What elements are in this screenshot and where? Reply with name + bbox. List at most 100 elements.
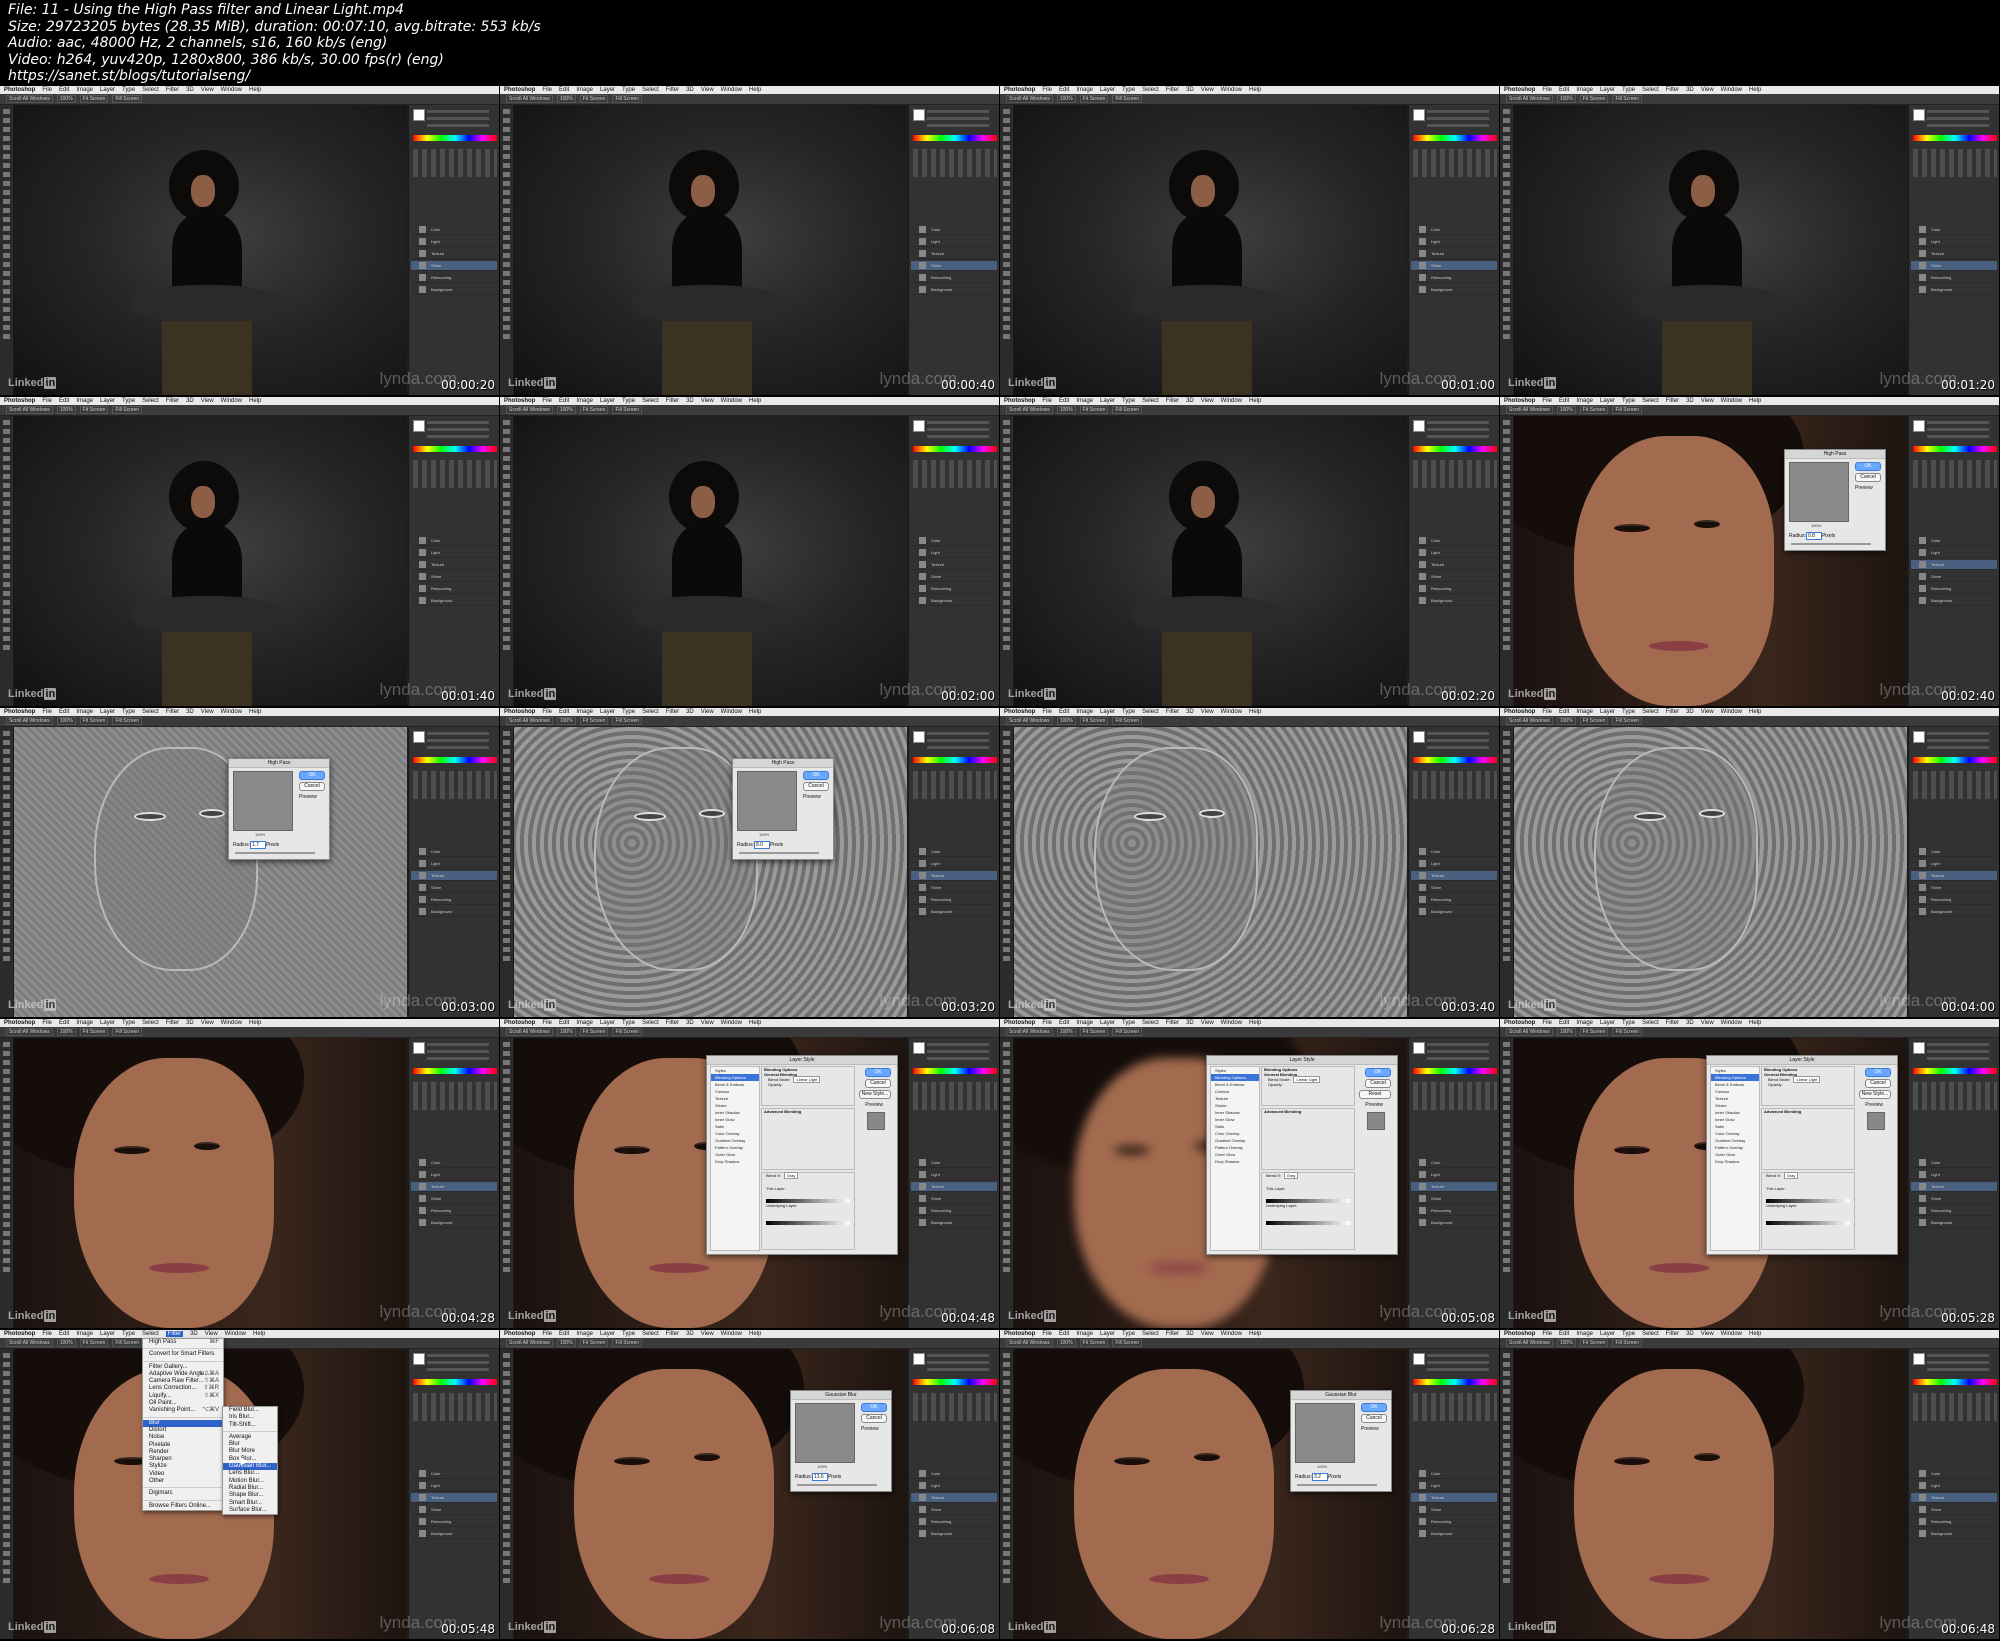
tool-icon[interactable] bbox=[503, 217, 510, 222]
option-button[interactable]: Fit Screen bbox=[79, 1339, 109, 1347]
tool-icon[interactable] bbox=[3, 749, 10, 754]
layer-row[interactable]: Light bbox=[411, 1170, 497, 1180]
tool-icon[interactable] bbox=[503, 956, 510, 961]
menu-view[interactable]: View bbox=[201, 709, 214, 715]
tool-icon[interactable] bbox=[503, 172, 510, 177]
tool-icon[interactable] bbox=[1003, 1114, 1010, 1119]
tool-icon[interactable] bbox=[1503, 1087, 1510, 1092]
tool-icon[interactable] bbox=[503, 591, 510, 596]
foreground-color-swatch[interactable] bbox=[1913, 1042, 1925, 1054]
tool-icon[interactable] bbox=[1003, 1141, 1010, 1146]
menu-image[interactable]: Image bbox=[76, 87, 93, 93]
option-button[interactable]: Fit Screen bbox=[79, 1028, 109, 1036]
tool-icon[interactable] bbox=[1503, 235, 1510, 240]
menu-edit[interactable]: Edit bbox=[1559, 87, 1569, 93]
layer-row[interactable]: Background bbox=[1411, 596, 1497, 606]
option-button[interactable]: Scroll All Windows bbox=[506, 717, 553, 725]
layer-row[interactable]: Texture bbox=[1911, 1493, 1997, 1503]
tool-icon[interactable] bbox=[3, 758, 10, 763]
layer-row[interactable]: Color bbox=[911, 536, 997, 546]
app-menu[interactable]: Photoshop bbox=[1004, 1020, 1035, 1026]
menu-help[interactable]: Help bbox=[749, 398, 761, 404]
menu-edit[interactable]: Edit bbox=[1059, 709, 1069, 715]
tool-icon[interactable] bbox=[1003, 645, 1010, 650]
new-style-button[interactable]: New Style... bbox=[1859, 1090, 1891, 1099]
tool-icon[interactable] bbox=[1503, 803, 1510, 808]
menu-select[interactable]: Select bbox=[142, 1331, 159, 1337]
tool-icon[interactable] bbox=[503, 447, 510, 452]
tool-icon[interactable] bbox=[3, 794, 10, 799]
tool-icon[interactable] bbox=[1003, 1407, 1010, 1412]
tool-icon[interactable] bbox=[503, 938, 510, 943]
color-spectrum[interactable] bbox=[1913, 1068, 1997, 1074]
menu-view[interactable]: View bbox=[701, 1331, 714, 1337]
layer-row[interactable]: Texture bbox=[411, 1493, 497, 1503]
menu-layer[interactable]: Layer bbox=[1600, 87, 1615, 93]
tool-icon[interactable] bbox=[1503, 564, 1510, 569]
layer-row[interactable]: Retouching bbox=[1911, 895, 1997, 905]
foreground-color-swatch[interactable] bbox=[413, 109, 425, 121]
option-button[interactable]: Fit Screen bbox=[79, 406, 109, 414]
tool-icon[interactable] bbox=[1503, 776, 1510, 781]
tool-icon[interactable] bbox=[1003, 573, 1010, 578]
tool-icon[interactable] bbox=[3, 334, 10, 339]
color-slider[interactable] bbox=[1927, 117, 1989, 120]
tool-icon[interactable] bbox=[1003, 636, 1010, 641]
tool-icon[interactable] bbox=[1003, 1222, 1010, 1227]
filter-menu-item[interactable]: Blur bbox=[143, 1419, 223, 1427]
style-list-item[interactable]: Outer Glow bbox=[711, 1151, 759, 1158]
layer-row[interactable]: Color bbox=[1911, 847, 1997, 857]
tool-icon[interactable] bbox=[503, 1398, 510, 1403]
option-button[interactable]: 100% bbox=[56, 1339, 76, 1347]
menu-help[interactable]: Help bbox=[749, 709, 761, 715]
color-slider[interactable] bbox=[927, 1057, 989, 1060]
tool-icon[interactable] bbox=[3, 253, 10, 258]
tool-icon[interactable] bbox=[1003, 758, 1010, 763]
tool-icon[interactable] bbox=[503, 145, 510, 150]
tool-icon[interactable] bbox=[503, 181, 510, 186]
menu-window[interactable]: Window bbox=[1221, 398, 1242, 404]
tool-icon[interactable] bbox=[1003, 1398, 1010, 1403]
menu-filter[interactable]: Filter bbox=[166, 87, 179, 93]
menu-select[interactable]: Select bbox=[1142, 1331, 1159, 1337]
ok-button[interactable]: OK bbox=[1865, 1068, 1891, 1077]
menu-window[interactable]: Window bbox=[1721, 87, 1742, 93]
tool-icon[interactable] bbox=[1503, 1362, 1510, 1367]
tool-icon[interactable] bbox=[3, 1542, 10, 1547]
layer-row[interactable]: Texture bbox=[911, 1182, 997, 1192]
layer-row[interactable]: Retouching bbox=[1411, 273, 1497, 283]
tool-icon[interactable] bbox=[1503, 1353, 1510, 1358]
cancel-button[interactable]: Cancel bbox=[1865, 1079, 1891, 1088]
radius-input[interactable]: 13.6 bbox=[811, 1473, 828, 1481]
tool-icon[interactable] bbox=[503, 1533, 510, 1538]
layer-row[interactable]: Background bbox=[911, 1218, 997, 1228]
tool-icon[interactable] bbox=[3, 1186, 10, 1191]
tool-icon[interactable] bbox=[1503, 1578, 1510, 1583]
tool-icon[interactable] bbox=[1503, 289, 1510, 294]
blur-submenu-item[interactable]: Blur bbox=[223, 1441, 277, 1448]
tool-icon[interactable] bbox=[3, 1470, 10, 1475]
tool-icon[interactable] bbox=[3, 118, 10, 123]
tool-icon[interactable] bbox=[1003, 627, 1010, 632]
option-button[interactable]: Fill Screen bbox=[112, 95, 143, 103]
tool-icon[interactable] bbox=[3, 181, 10, 186]
menu-select[interactable]: Select bbox=[1642, 709, 1659, 715]
style-list-item[interactable]: Inner Glow bbox=[1711, 1116, 1759, 1123]
style-list-item[interactable]: Gradient Overlay bbox=[711, 1137, 759, 1144]
tool-icon[interactable] bbox=[503, 893, 510, 898]
preview-checkbox[interactable]: Preview bbox=[1855, 485, 1873, 491]
tool-icon[interactable] bbox=[1003, 1533, 1010, 1538]
color-slider[interactable] bbox=[427, 1368, 489, 1371]
tool-icon[interactable] bbox=[503, 1389, 510, 1394]
menu-file[interactable]: File bbox=[1042, 1331, 1052, 1337]
menu-filter[interactable]: Filter bbox=[166, 1020, 179, 1026]
layer-row[interactable]: Texture bbox=[1411, 1182, 1497, 1192]
style-list-item[interactable]: Contour bbox=[711, 1088, 759, 1095]
color-spectrum[interactable] bbox=[1913, 446, 1997, 452]
menu-layer[interactable]: Layer bbox=[100, 398, 115, 404]
menu-layer[interactable]: Layer bbox=[1100, 1331, 1115, 1337]
layer-row[interactable]: Color bbox=[1411, 1469, 1497, 1479]
layer-row[interactable]: Texture bbox=[1411, 560, 1497, 570]
tool-icon[interactable] bbox=[1503, 1398, 1510, 1403]
tool-icon[interactable] bbox=[3, 1398, 10, 1403]
